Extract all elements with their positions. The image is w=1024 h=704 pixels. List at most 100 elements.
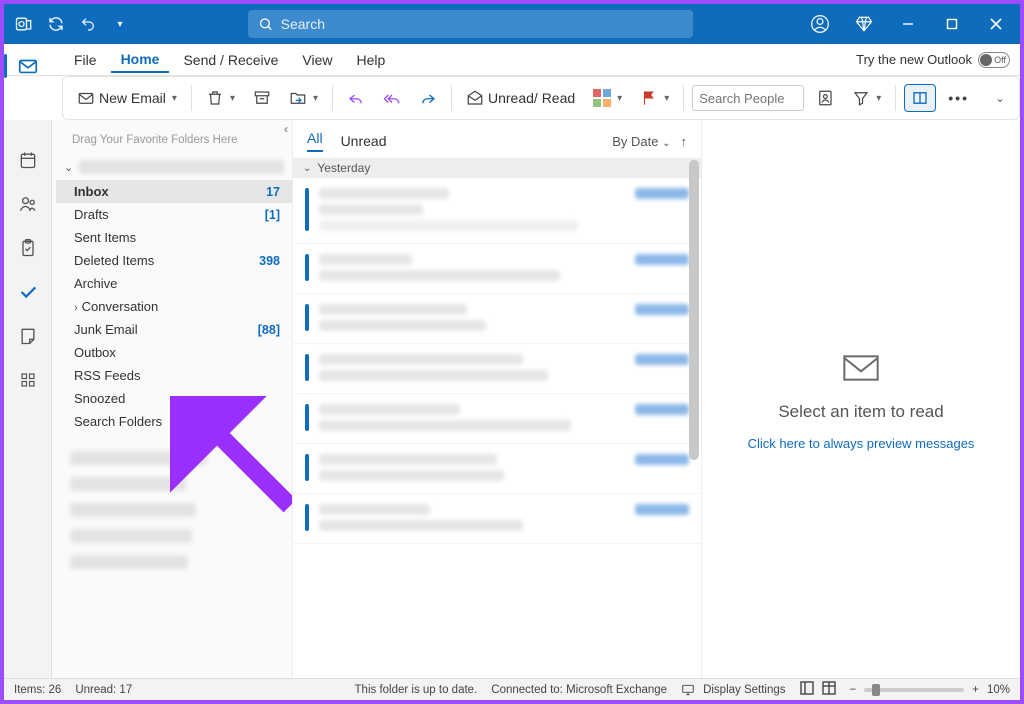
reply-button[interactable] — [341, 85, 371, 111]
premium-diamond-icon[interactable] — [844, 4, 884, 44]
reply-icon — [347, 89, 365, 107]
status-folder-state: This folder is up to date. — [355, 684, 478, 696]
folder-rss-feeds[interactable]: RSS Feeds — [56, 364, 292, 387]
group-header[interactable]: ⌄Yesterday — [293, 158, 701, 178]
menu-view[interactable]: View — [292, 48, 342, 72]
status-items: Items: 26 — [14, 684, 61, 696]
search-icon — [258, 16, 273, 32]
reading-pane: Select an item to read Click here to alw… — [702, 120, 1020, 678]
folder-junk-email[interactable]: Junk Email[88] — [56, 318, 292, 341]
navigation-rail — [4, 120, 52, 678]
forward-button[interactable] — [413, 85, 443, 111]
ribbon-dropdown-button[interactable]: ⌄ — [987, 87, 1011, 109]
message-list-pane: All Unread By Date ⌄ ↑ ⌄Yesterday — [292, 120, 702, 678]
minimize-button[interactable] — [888, 4, 928, 44]
zoom-slider[interactable] — [864, 688, 964, 692]
undo-icon[interactable] — [78, 14, 98, 34]
new-email-button[interactable]: New Email▾ — [71, 85, 183, 111]
envelope-large-icon — [834, 348, 888, 388]
envelope-open-icon — [466, 89, 484, 107]
rail-people[interactable] — [10, 186, 46, 222]
favorites-hint: Drag Your Favorite Folders Here — [56, 126, 292, 156]
folder-deleted-items[interactable]: Deleted Items398 — [56, 249, 292, 272]
delete-button[interactable]: ▾ — [200, 85, 241, 111]
folder-drafts[interactable]: Drafts[1] — [56, 203, 292, 226]
message-item[interactable] — [293, 494, 701, 544]
layout-button[interactable] — [904, 84, 936, 112]
search-people-input[interactable] — [692, 85, 804, 111]
toggle-switch[interactable]: Off — [978, 52, 1010, 68]
archive-button[interactable] — [247, 85, 277, 111]
close-button[interactable] — [976, 4, 1016, 44]
sort-direction-icon[interactable]: ↑ — [681, 134, 688, 149]
check-icon — [17, 281, 39, 303]
try-new-outlook[interactable]: Try the new Outlook Off — [856, 52, 1010, 68]
rail-mail[interactable] — [10, 48, 46, 84]
scrollbar[interactable] — [689, 160, 699, 460]
calendar-icon — [18, 150, 38, 170]
rail-todo[interactable] — [10, 274, 46, 310]
message-item[interactable] — [293, 444, 701, 494]
clipboard-check-icon — [18, 238, 38, 258]
folder-archive[interactable]: Archive — [56, 272, 292, 295]
filter-button[interactable]: ▾ — [846, 85, 887, 111]
status-bar: Items: 26 Unread: 17 This folder is up t… — [4, 678, 1020, 700]
rail-notes[interactable] — [10, 318, 46, 354]
address-book-button[interactable] — [810, 85, 840, 111]
reading-pane-title: Select an item to read — [778, 402, 943, 422]
zoom-level: 10% — [987, 684, 1010, 696]
menu-help[interactable]: Help — [347, 48, 396, 72]
menu-file[interactable]: File — [64, 48, 107, 72]
folder-conversation[interactable]: ›Conversation — [56, 295, 292, 318]
rail-more-apps[interactable] — [10, 362, 46, 398]
rail-calendar[interactable] — [10, 142, 46, 178]
address-book-icon — [816, 89, 834, 107]
more-button[interactable]: ••• — [942, 86, 975, 110]
move-button[interactable]: ▾ — [283, 85, 324, 111]
sticky-note-icon — [18, 326, 38, 346]
categorize-button[interactable]: ▾ — [587, 85, 628, 111]
view-normal-icon[interactable] — [800, 681, 814, 698]
folder-sent-items[interactable]: Sent Items — [56, 226, 292, 249]
folder-inbox[interactable]: Inbox17 — [56, 180, 292, 203]
folder-outbox[interactable]: Outbox — [56, 341, 292, 364]
trash-icon — [206, 89, 224, 107]
menu-bar: File Home Send / Receive View Help Try t… — [4, 44, 1020, 76]
status-unread: Unread: 17 — [75, 684, 132, 696]
zoom-out-button[interactable]: − — [850, 684, 857, 696]
title-bar: ▾ — [4, 4, 1020, 44]
folder-search-folders[interactable]: Search Folders — [56, 410, 292, 433]
grid-icon — [19, 371, 37, 389]
layout-icon — [911, 89, 929, 107]
flag-button[interactable]: ▾ — [634, 85, 675, 111]
qat-dropdown-icon[interactable]: ▾ — [110, 14, 130, 34]
folder-snoozed[interactable]: Snoozed — [56, 387, 292, 410]
message-item[interactable] — [293, 394, 701, 444]
message-item[interactable] — [293, 178, 701, 244]
account-icon[interactable] — [800, 4, 840, 44]
message-item[interactable] — [293, 244, 701, 294]
rail-tasks[interactable] — [10, 230, 46, 266]
message-item[interactable] — [293, 344, 701, 394]
sort-by-date[interactable]: By Date ⌄ — [612, 134, 670, 149]
unread-read-button[interactable]: Unread/ Read — [460, 85, 581, 111]
maximize-button[interactable] — [932, 4, 972, 44]
global-search-input[interactable] — [281, 16, 683, 32]
sync-icon[interactable] — [46, 14, 66, 34]
account-header[interactable]: ⌄ — [56, 156, 292, 178]
view-reading-icon[interactable] — [822, 681, 836, 698]
menu-home[interactable]: Home — [111, 47, 170, 73]
try-new-outlook-label: Try the new Outlook — [856, 52, 972, 67]
message-item[interactable] — [293, 294, 701, 344]
reply-all-button[interactable] — [377, 85, 407, 111]
display-settings-button[interactable]: Display Settings — [681, 683, 785, 697]
collapse-folder-pane-icon[interactable]: ‹ — [284, 122, 288, 136]
move-to-folder-icon — [289, 89, 307, 107]
tab-all[interactable]: All — [307, 130, 323, 152]
global-search[interactable] — [248, 10, 693, 38]
menu-send-receive[interactable]: Send / Receive — [173, 48, 288, 72]
always-preview-link[interactable]: Click here to always preview messages — [748, 436, 975, 451]
tab-unread[interactable]: Unread — [341, 133, 387, 149]
filter-icon — [852, 89, 870, 107]
zoom-in-button[interactable]: + — [972, 684, 979, 696]
